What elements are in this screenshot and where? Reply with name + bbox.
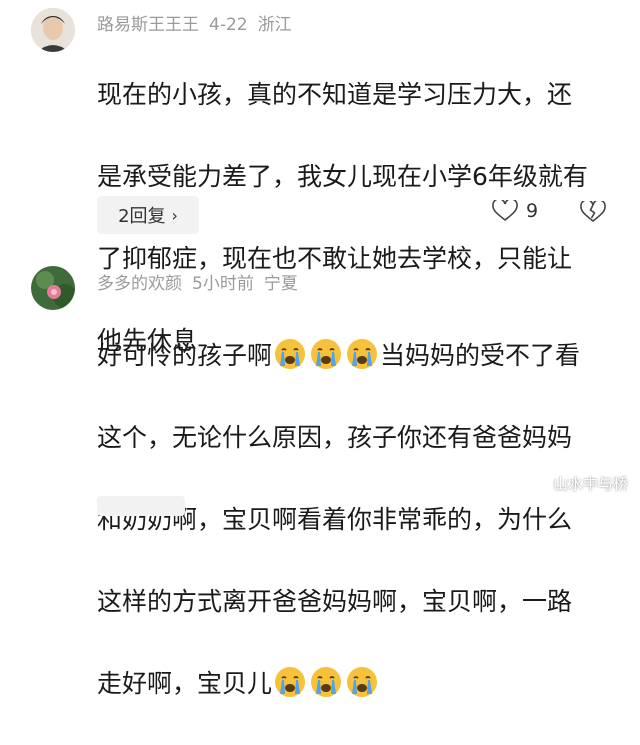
comment-meta: 路易斯王王王 4-22 浙江 bbox=[97, 10, 302, 35]
comment-date: 4-22 bbox=[209, 15, 248, 35]
crying-emoji-icon bbox=[311, 667, 342, 697]
comment-line-text: 走好啊，宝贝儿 bbox=[97, 669, 273, 698]
crying-emoji-icon bbox=[275, 667, 306, 697]
watermark-logo-icon bbox=[531, 475, 549, 492]
chevron-right-icon: › bbox=[171, 205, 178, 225]
username[interactable]: 多多的欢颜 bbox=[97, 274, 182, 294]
comment-line: 这个，无论什么原因，孩子你还有爸爸妈妈 bbox=[97, 423, 573, 452]
broken-heart-icon bbox=[580, 199, 606, 223]
comment-line: 好可怜的孩子啊 当妈妈的受不了看 bbox=[97, 335, 617, 376]
comment-line: 是承受能力差了，我女儿现在小学6年级就有 bbox=[97, 162, 588, 191]
comment-line: 现在的小孩，真的不知道是学习压力大，还 bbox=[97, 80, 573, 109]
comment-meta: 多多的欢颜 5小时前 宁夏 bbox=[97, 269, 308, 294]
crying-emoji-icon bbox=[347, 667, 378, 697]
view-replies-button[interactable]: 2回复 › bbox=[97, 196, 199, 234]
avatar-image bbox=[31, 266, 75, 310]
avatar[interactable] bbox=[31, 266, 75, 310]
comment-line: 走好啊，宝贝儿 bbox=[97, 663, 617, 704]
next-reply-button[interactable] bbox=[97, 496, 185, 516]
like-button[interactable]: 9 bbox=[492, 200, 538, 222]
watermark: 山水中与桥 bbox=[531, 473, 628, 494]
like-count: 9 bbox=[526, 200, 539, 222]
watermark-text: 山水中与桥 bbox=[552, 475, 628, 493]
comment-line-text: 好可怜的孩子啊 bbox=[97, 341, 273, 370]
comment-time: 5小时前 bbox=[192, 274, 254, 294]
crying-emoji-icon bbox=[347, 339, 378, 369]
crying-emoji-icon bbox=[275, 339, 306, 369]
emoji-group bbox=[272, 663, 380, 704]
heart-icon bbox=[492, 200, 518, 222]
reply-label: 2回复 bbox=[118, 206, 166, 227]
comment-line: 这样的方式离开爸爸妈妈啊，宝贝啊，一路 bbox=[97, 587, 573, 616]
comment-text: 好可怜的孩子啊 当妈妈的受不了看 这个，无论什么原因，孩子你还有爸爸妈妈 和奶奶啊… bbox=[97, 294, 617, 745]
emoji-group bbox=[272, 335, 380, 376]
comment-location: 浙江 bbox=[257, 15, 292, 35]
avatar-image bbox=[31, 8, 75, 52]
comment-location: 宁夏 bbox=[263, 274, 298, 294]
username[interactable]: 路易斯王王王 bbox=[97, 15, 199, 35]
comment-line-text: 当妈妈的受不了看 bbox=[380, 341, 581, 370]
avatar[interactable] bbox=[31, 8, 75, 52]
dislike-button[interactable] bbox=[580, 199, 606, 227]
crying-emoji-icon bbox=[311, 339, 342, 369]
